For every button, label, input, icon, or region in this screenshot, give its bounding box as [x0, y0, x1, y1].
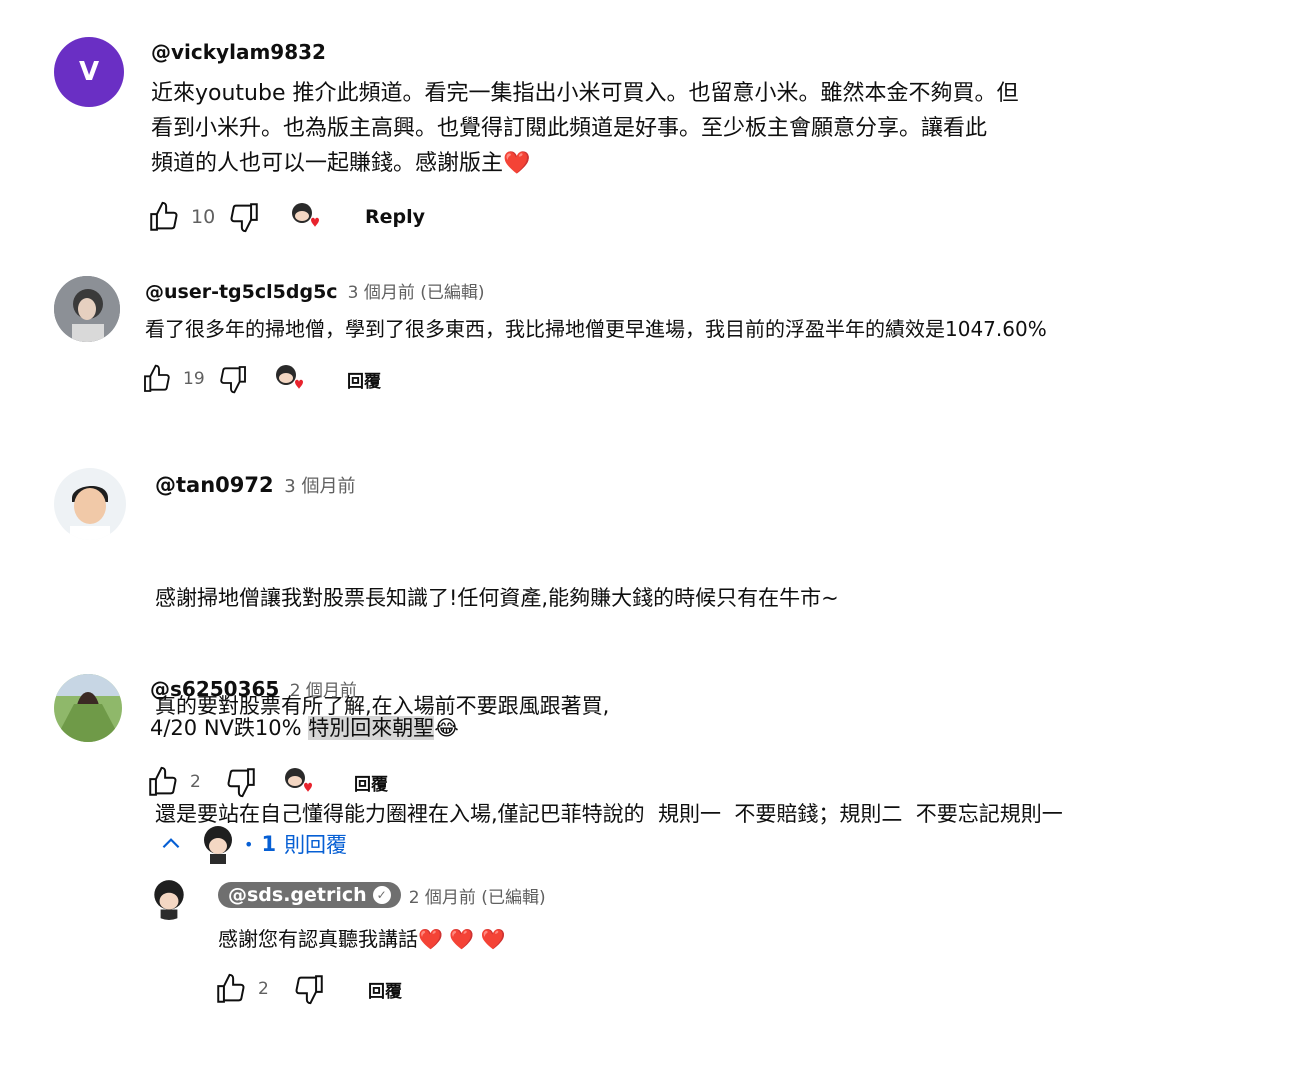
thumb-up-icon[interactable]: [146, 765, 180, 799]
creator-heart-icon: [289, 200, 323, 234]
comment-author[interactable]: @s6250365: [150, 677, 279, 701]
like-count: 10: [191, 206, 216, 228]
avatar[interactable]: [54, 468, 126, 540]
thumb-up-icon[interactable]: [147, 200, 181, 234]
avatar[interactable]: [54, 276, 120, 342]
replies-toggle[interactable]: • 1 則回覆: [158, 822, 347, 866]
thumb-down-icon[interactable]: [224, 765, 258, 799]
comment-text: 近來youtube 推介此頻道。看完一集指出小米可買入。也留意小米。雖然本金不夠…: [151, 76, 1019, 181]
thumb-up-icon[interactable]: [141, 363, 173, 395]
like-count: 2: [190, 772, 201, 792]
creator-heart-icon: [273, 362, 307, 396]
heart-emoji-icon: ❤️ ❤️ ❤️: [418, 927, 506, 951]
creator-handle-chip[interactable]: @sds.getrich ✓: [218, 882, 401, 908]
comment-line: 感謝您有認真聽我講話: [218, 927, 418, 951]
comment-text-plain: 4/20 NV跌10%: [150, 716, 309, 740]
laughing-emoji-icon: 😂: [434, 716, 459, 740]
thumb-down-icon[interactable]: [217, 363, 249, 395]
creator-heart-icon: [282, 765, 316, 799]
comment-actions: 10 Reply: [147, 200, 425, 234]
comment-line: 近來youtube 推介此頻道。看完一集指出小米可買入。也留意小米。雖然本金不夠…: [151, 81, 1019, 106]
comment-line: 感謝掃地僧讓我對股票長知識了!任何資產,能夠賺大錢的時候只有在牛市~: [155, 586, 839, 610]
reply-count-label: 則回覆: [284, 833, 348, 857]
reply-button[interactable]: 回覆: [347, 367, 381, 392]
avatar-letter: V: [78, 57, 100, 87]
comment-text-highlight: 特別回來朝聖: [308, 716, 435, 740]
check-circle-icon: ✓: [372, 886, 391, 904]
comment-actions: 2 回覆: [146, 765, 388, 799]
avatar[interactable]: [148, 878, 190, 920]
like-count: 19: [183, 369, 205, 389]
comment-line: 頻道的人也可以一起賺錢。感謝版主❤️: [151, 151, 531, 176]
avatar: [198, 824, 238, 864]
thumb-up-icon[interactable]: [214, 972, 248, 1006]
thumb-down-icon[interactable]: [227, 200, 261, 234]
chevron-up-icon[interactable]: [158, 831, 184, 857]
comment-line: 看了很多年的掃地僧，學到了很多東西，我比掃地僧更早進場，我目前的浮盈半年的績效是…: [145, 317, 1047, 341]
comment-timestamp[interactable]: 2 個月前: [290, 681, 357, 701]
comment-author[interactable]: @user-tg5cl5dg5c: [145, 281, 338, 303]
reply-button[interactable]: 回覆: [354, 770, 388, 795]
reply-button[interactable]: Reply: [365, 206, 425, 228]
comment-author: @sds.getrich: [228, 884, 367, 906]
reply-count: 1: [261, 832, 277, 856]
comment-text: 看了很多年的掃地僧，學到了很多東西，我比掃地僧更早進場，我目前的浮盈半年的績效是…: [145, 314, 1047, 344]
comment-line: 看到小米升。也為版主高興。也覺得訂閱此頻道是好事。至少板主會願意分享。讓看此: [151, 116, 988, 141]
comment-text: 4/20 NV跌10% 特別回來朝聖😂: [150, 712, 459, 744]
comment-author[interactable]: @vickylam9832: [151, 40, 326, 64]
comment-timestamp[interactable]: 3 個月前: [284, 476, 355, 497]
thumb-down-icon[interactable]: [292, 972, 326, 1006]
like-count: 2: [258, 979, 269, 999]
avatar[interactable]: V: [54, 37, 124, 107]
avatar[interactable]: [54, 674, 122, 742]
reply-button[interactable]: 回覆: [368, 977, 402, 1002]
comment-actions: 2 回覆: [214, 972, 402, 1006]
comment-timestamp[interactable]: 3 個月前 (已編輯): [348, 283, 485, 303]
comment-text: 感謝您有認真聽我講話❤️ ❤️ ❤️: [218, 924, 505, 954]
comment-author[interactable]: @tan0972: [155, 473, 274, 497]
comment-actions: 19 回覆: [141, 362, 381, 396]
bullet-separator: •: [244, 834, 254, 854]
heart-emoji-icon: ❤️: [503, 151, 531, 176]
comment-timestamp[interactable]: 2 個月前 (已編輯): [409, 883, 546, 908]
